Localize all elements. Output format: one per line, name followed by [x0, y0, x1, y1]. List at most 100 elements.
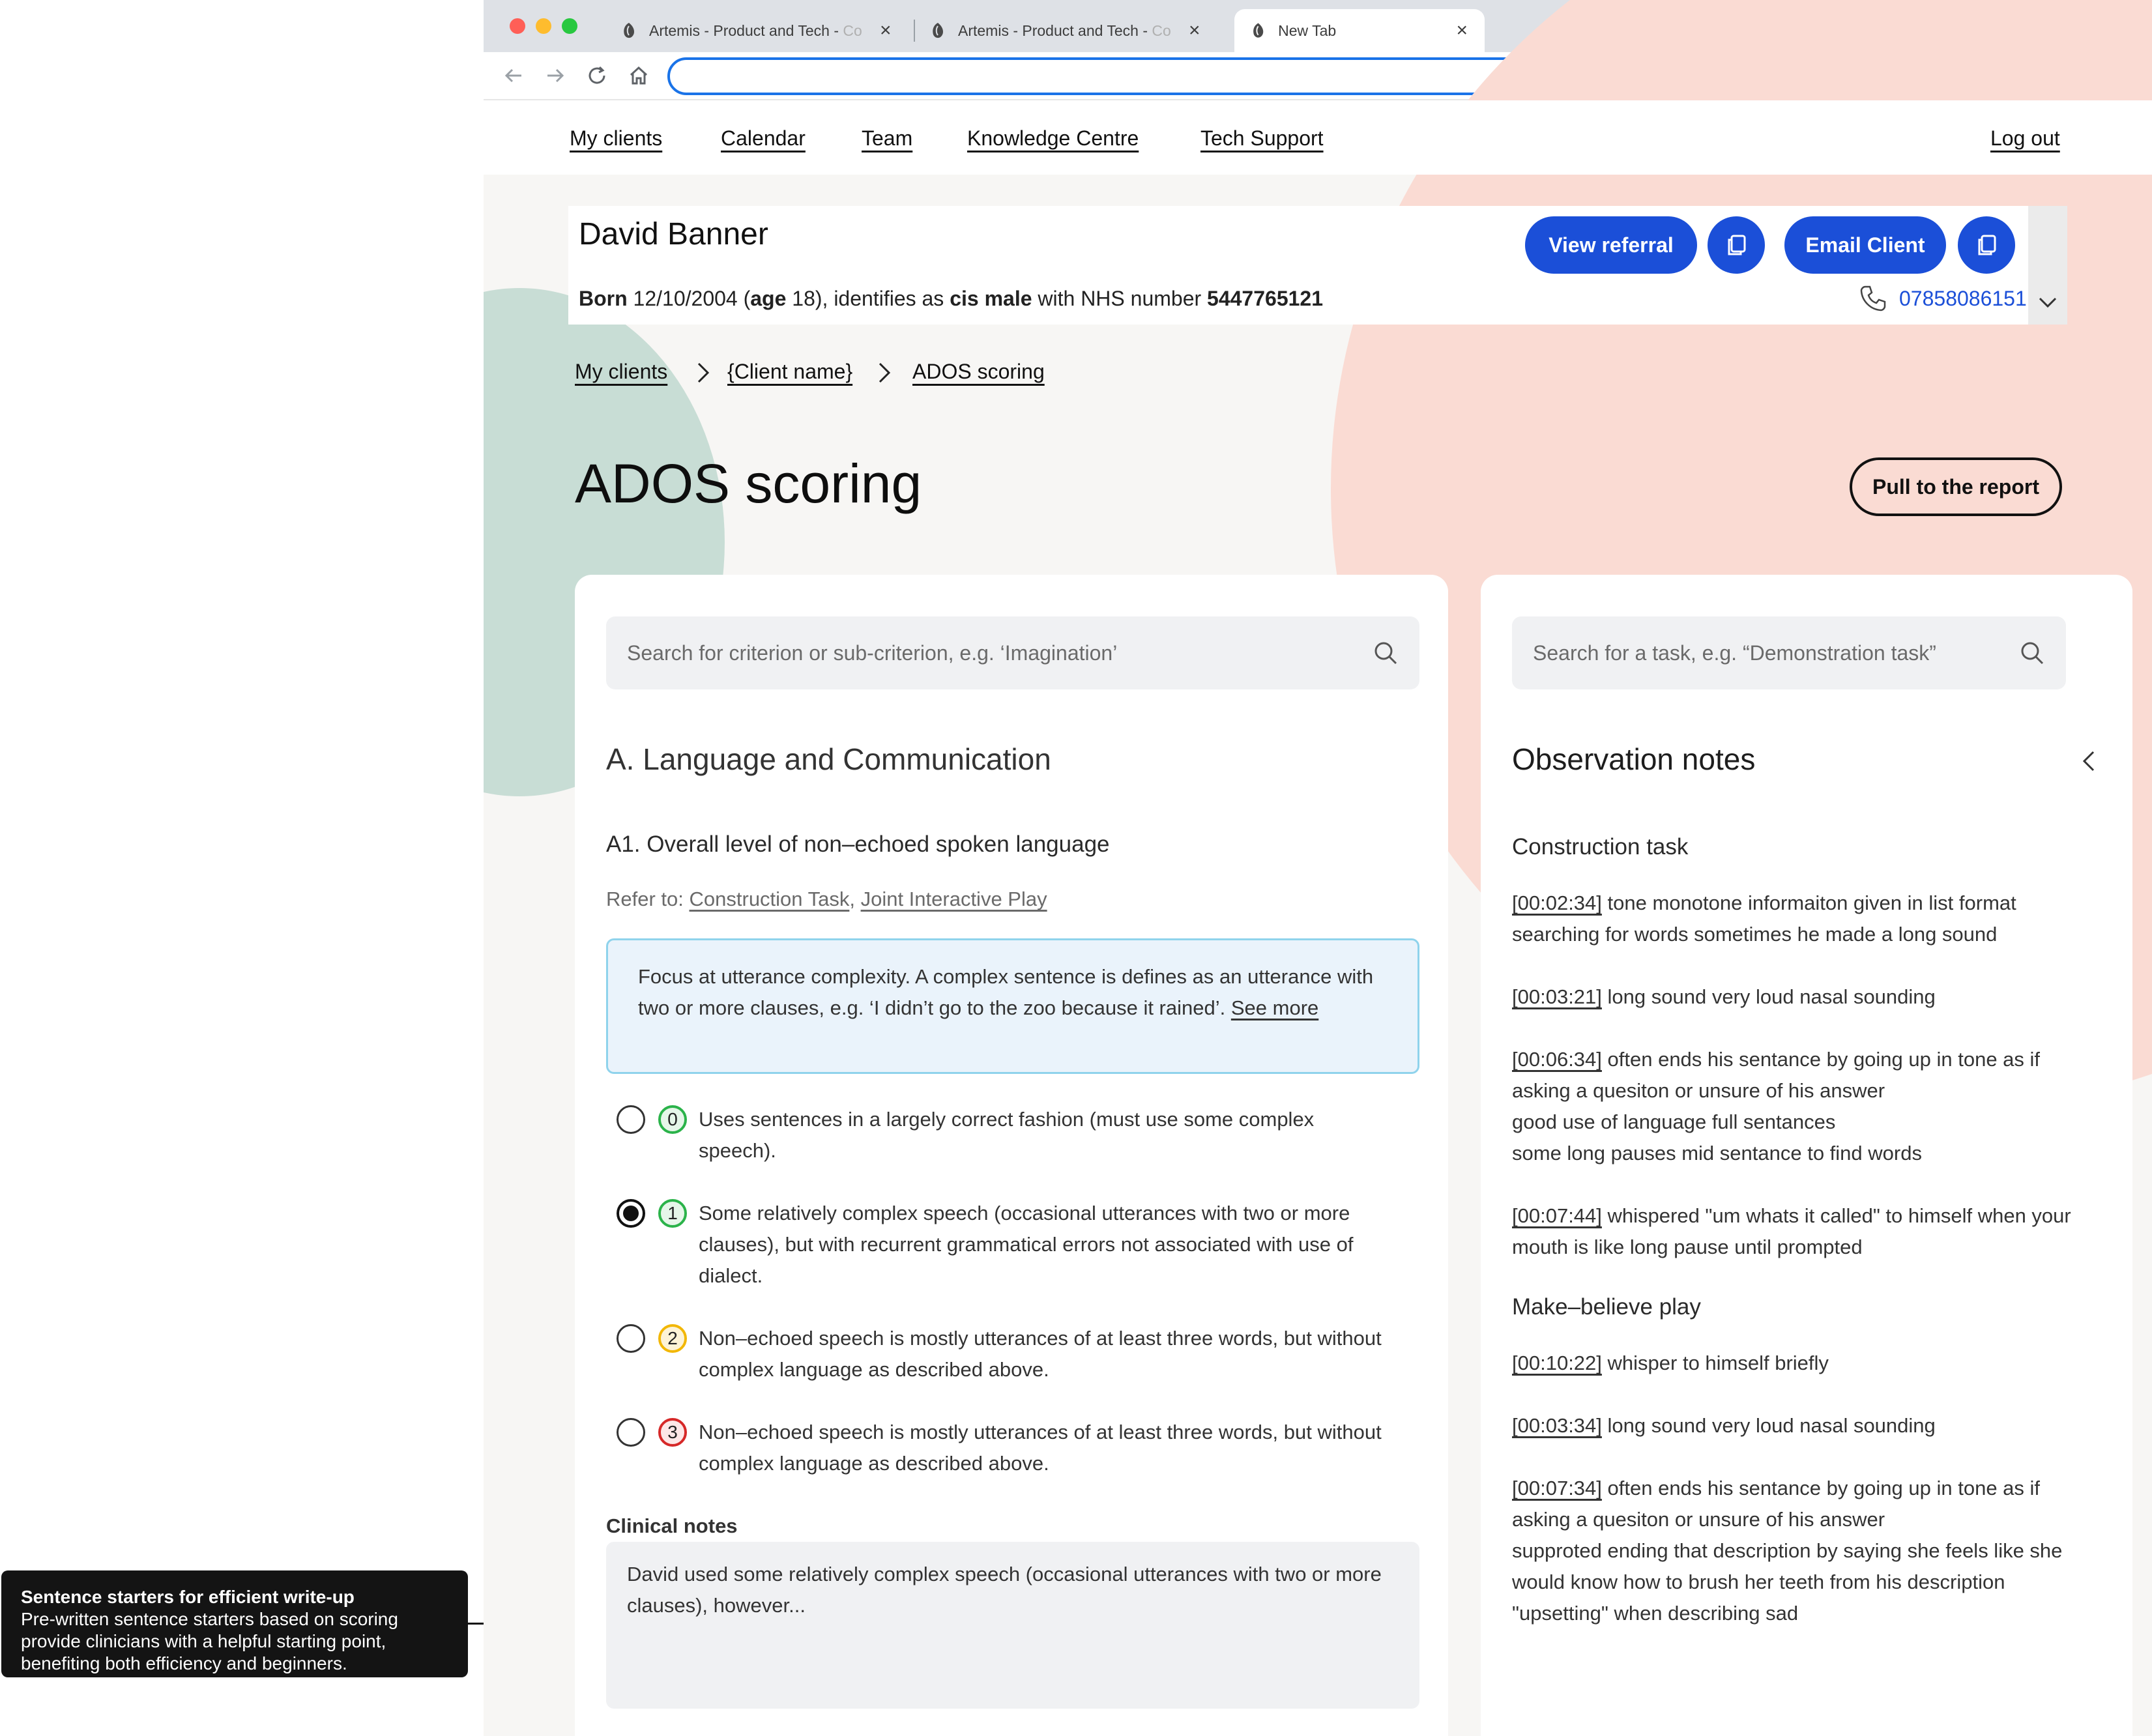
- close-tab-icon[interactable]: ×: [1456, 21, 1468, 40]
- artemis-logo-icon: [1253, 23, 1264, 38]
- timestamp-link[interactable]: [00:06:34]: [1512, 1048, 1602, 1071]
- chevron-left-icon[interactable]: [2078, 748, 2101, 774]
- close-window-icon[interactable]: [510, 18, 525, 34]
- nav-tech-support[interactable]: Tech Support: [1200, 126, 1324, 151]
- copy-email-icon[interactable]: [1958, 216, 2015, 274]
- browser-tab-active[interactable]: New Tab ×: [1234, 9, 1485, 52]
- timestamp-link[interactable]: [00:02:34]: [1512, 891, 1602, 914]
- close-tab-icon[interactable]: ×: [1189, 21, 1200, 40]
- home-icon[interactable]: [626, 63, 652, 89]
- logout-link[interactable]: Log out: [1990, 126, 2060, 151]
- score-badge: 2: [658, 1324, 687, 1353]
- search-placeholder: Search for criterion or sub-criterion, e…: [627, 641, 1118, 665]
- score-option-2[interactable]: 2 Non–echoed speech is mostly utterances…: [617, 1323, 1412, 1385]
- breadcrumb-ados-scoring[interactable]: ADOS scoring: [912, 360, 1045, 384]
- observation-entry: [00:07:34] often ends his sentance by go…: [1512, 1477, 2063, 1625]
- browser-tab-2[interactable]: Artemis - Product and Tech - Co ×: [914, 9, 1217, 52]
- tab-title: Artemis - Product and Tech - Co: [958, 22, 1171, 39]
- search-icon[interactable]: [1373, 640, 1399, 666]
- refer-link-construction-task[interactable]: Construction Task: [690, 888, 850, 910]
- close-tab-icon[interactable]: ×: [880, 21, 892, 40]
- timestamp-link[interactable]: [00:03:21]: [1512, 985, 1602, 1008]
- forward-arrow-icon[interactable]: [542, 63, 568, 89]
- timestamp-link[interactable]: [00:07:34]: [1512, 1477, 1602, 1499]
- client-card-expander[interactable]: [2028, 206, 2067, 325]
- observation-group-title: Make–believe play: [1512, 1294, 1701, 1320]
- clinical-notes-label: Clinical notes: [606, 1514, 738, 1537]
- option-text: Some relatively complex speech (occasion…: [699, 1202, 1354, 1287]
- radio-button[interactable]: [617, 1418, 645, 1447]
- score-badge: 3: [658, 1418, 687, 1447]
- option-text: Uses sentences in a largely correct fash…: [699, 1108, 1315, 1162]
- clinical-notes-textarea[interactable]: David used some relatively complex speec…: [606, 1542, 1419, 1709]
- score-option-1[interactable]: 1 Some relatively complex speech (occasi…: [617, 1198, 1412, 1292]
- view-referral-button[interactable]: View referral: [1525, 216, 1697, 274]
- client-name: David Banner: [579, 217, 768, 252]
- observation-panel: Search for a task, e.g. “Demonstration t…: [1481, 575, 2132, 1736]
- annotation-title: Sentence starters for efficient write-up: [21, 1587, 355, 1607]
- artemis-logo-icon: [933, 23, 943, 38]
- radio-button[interactable]: [617, 1105, 645, 1134]
- browser-tab-1[interactable]: Artemis - Product and Tech - Co ×: [605, 9, 909, 52]
- timestamp-link[interactable]: [00:07:44]: [1512, 1204, 1602, 1227]
- email-client-button[interactable]: Email Client: [1784, 216, 1946, 274]
- score-badge: 1: [658, 1199, 687, 1228]
- tab-title: Artemis - Product and Tech - Co: [649, 22, 862, 39]
- radio-button-selected[interactable]: [617, 1199, 645, 1228]
- browser-window: Artemis - Product and Tech - Co × Artemi…: [484, 0, 2152, 1736]
- observation-entry: [00:02:34] tone monotone informaiton giv…: [1512, 891, 2016, 946]
- breadcrumb-client-name[interactable]: {Client name}: [727, 360, 852, 384]
- search-placeholder: Search for a task, e.g. “Demonstration t…: [1533, 641, 1936, 665]
- option-text: Non–echoed speech is mostly utterances o…: [699, 1421, 1382, 1475]
- nav-my-clients[interactable]: My clients: [570, 126, 662, 151]
- observation-entry: [00:03:34] long sound very loud nasal so…: [1512, 1414, 1936, 1437]
- page-title: ADOS scoring: [575, 453, 922, 514]
- artemis-logo-icon: [624, 23, 634, 38]
- search-icon[interactable]: [2019, 640, 2045, 666]
- nav-calendar[interactable]: Calendar: [721, 126, 806, 151]
- client-header-card: David Banner Born 12/10/2004 (age 18), i…: [568, 206, 2067, 325]
- pull-to-report-button[interactable]: Pull to the report: [1850, 457, 2062, 516]
- see-more-link[interactable]: See more: [1231, 996, 1318, 1019]
- breadcrumb-my-clients[interactable]: My clients: [575, 360, 667, 384]
- chevron-right-icon: [879, 362, 891, 383]
- observation-entry: [00:07:44] whispered "um whats it called…: [1512, 1204, 2071, 1258]
- reload-icon[interactable]: [584, 63, 610, 89]
- score-option-0[interactable]: 0 Uses sentences in a largely correct fa…: [617, 1104, 1412, 1166]
- nav-knowledge-centre[interactable]: Knowledge Centre: [967, 126, 1139, 151]
- minimize-window-icon[interactable]: [536, 18, 551, 34]
- observation-notes-title: Observation notes: [1512, 742, 1756, 776]
- section-title: A. Language and Communication: [606, 742, 1051, 776]
- nav-team[interactable]: Team: [862, 126, 912, 151]
- focus-guidance-box: Focus at utterance complexity. A complex…: [606, 938, 1419, 1074]
- observation-group-make-believe: Make–believe play [00:10:22] whisper to …: [1512, 1294, 2086, 1629]
- radio-button[interactable]: [617, 1324, 645, 1353]
- criterion-search-input[interactable]: Search for criterion or sub-criterion, e…: [606, 616, 1419, 689]
- back-arrow-icon[interactable]: [501, 63, 527, 89]
- phone-icon: [1860, 285, 1886, 311]
- chevron-right-icon: [697, 362, 710, 383]
- timestamp-link[interactable]: [00:10:22]: [1512, 1352, 1602, 1374]
- option-text: Non–echoed speech is mostly utterances o…: [699, 1327, 1382, 1381]
- observation-group-title: Construction task: [1512, 834, 1689, 860]
- annotation-body: Pre-written sentence starters based on s…: [21, 1609, 398, 1673]
- chevron-down-icon[interactable]: [2036, 291, 2059, 314]
- criterion-title: A1. Overall level of non–echoed spoken l…: [606, 832, 1110, 857]
- maximize-window-icon[interactable]: [562, 18, 577, 34]
- copy-referral-icon[interactable]: [1708, 216, 1765, 274]
- phone-number[interactable]: 07858086151: [1899, 287, 2027, 311]
- client-phone[interactable]: 07858086151: [1859, 284, 2027, 313]
- observation-entry: [00:06:34] often ends his sentance by go…: [1512, 1048, 2041, 1165]
- refer-link-joint-interactive-play[interactable]: Joint Interactive Play: [861, 888, 1047, 910]
- app-navbar: My clients Calendar Team Knowledge Centr…: [484, 100, 2152, 175]
- observation-list: Construction task [00:02:34] tone monoto…: [1512, 834, 2086, 1660]
- criteria-panel: Search for criterion or sub-criterion, e…: [575, 575, 1448, 1736]
- tab-title: New Tab: [1278, 22, 1337, 39]
- timestamp-link[interactable]: [00:03:34]: [1512, 1414, 1602, 1437]
- score-option-3[interactable]: 3 Non–echoed speech is mostly utterances…: [617, 1417, 1412, 1479]
- annotation-callout: Sentence starters for efficient write-up…: [1, 1570, 468, 1677]
- observation-entry: [00:10:22] whisper to himself briefly: [1512, 1352, 1829, 1374]
- observation-group-construction: Construction task [00:02:34] tone monoto…: [1512, 834, 2086, 1263]
- task-search-input[interactable]: Search for a task, e.g. “Demonstration t…: [1512, 616, 2066, 689]
- score-badge: 0: [658, 1105, 687, 1134]
